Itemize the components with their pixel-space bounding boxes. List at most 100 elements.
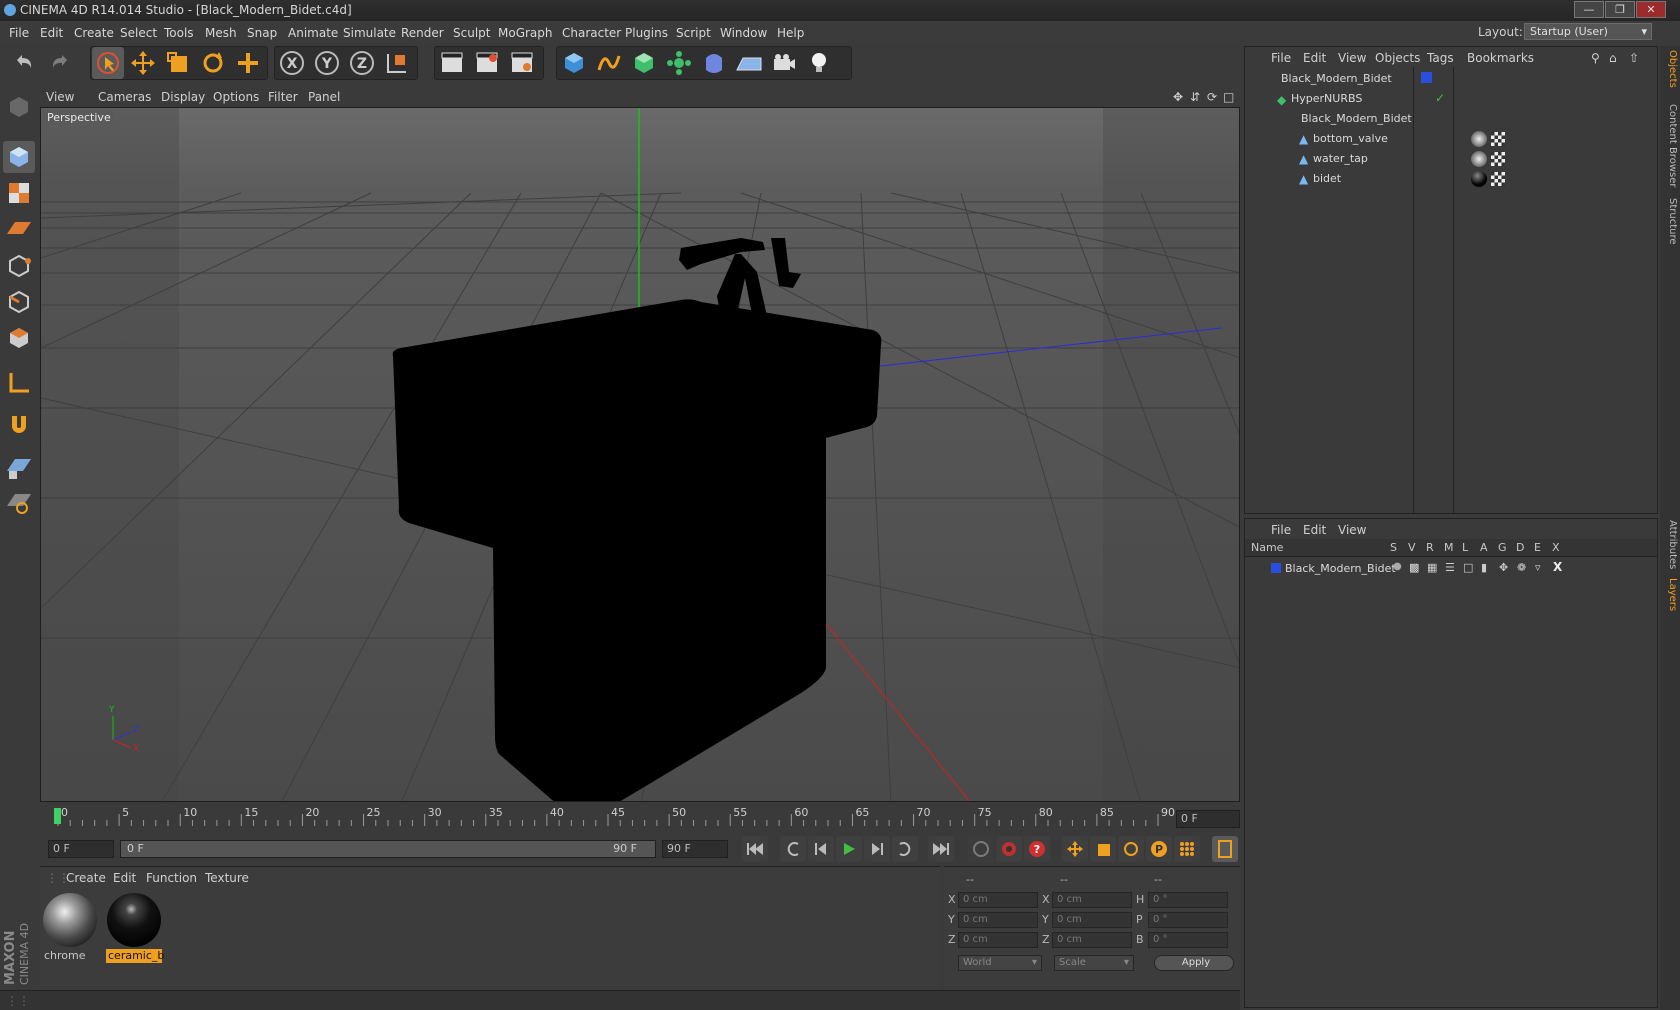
menu-mograph[interactable]: MoGraph	[498, 26, 553, 40]
object-row[interactable]: ◆ HyperNURBS ✓	[1245, 89, 1657, 109]
tab-content-browser[interactable]: Content Browser	[1662, 104, 1678, 187]
object-row[interactable]: Black_Modern_Bidet	[1245, 69, 1657, 89]
make-editable-icon[interactable]	[3, 91, 35, 123]
layer-lock-icon[interactable]: □	[1463, 561, 1473, 574]
viewport-perspective[interactable]: Y Z X Perspective	[40, 107, 1240, 802]
viewport-pan-icon[interactable]: ✥	[1173, 90, 1183, 104]
object-row[interactable]: ▲ bidet	[1245, 169, 1657, 189]
rotate-icon[interactable]	[197, 47, 229, 79]
goto-start-icon[interactable]	[742, 836, 768, 862]
home-icon[interactable]: ⌂	[1609, 51, 1617, 65]
coord-pos-y-field[interactable]: 0 cm	[958, 912, 1038, 928]
coord-size-z-field[interactable]: 0 cm	[1052, 932, 1132, 948]
menu-create[interactable]: Create	[74, 26, 114, 40]
cube-icon[interactable]	[558, 47, 590, 79]
layer-menu-edit[interactable]: Edit	[1303, 523, 1326, 537]
texture-tag-icon[interactable]	[1491, 172, 1505, 186]
timeline-ruler[interactable]: 0 5 10 15 20 25 30 35 40 45 50 55 60 65 70 75 80 85 90 0 F	[40, 806, 1240, 832]
menu-select[interactable]: Select	[120, 26, 157, 40]
layer-view-eye-icon[interactable]: ▩	[1409, 561, 1419, 574]
z-axis-icon[interactable]: Z	[346, 47, 378, 79]
tab-attributes[interactable]: Attributes	[1662, 520, 1678, 569]
array-icon[interactable]	[663, 47, 695, 79]
material-menu-edit[interactable]: Edit	[113, 871, 136, 885]
layer-animation-icon[interactable]: ▮	[1481, 561, 1487, 574]
move-icon[interactable]	[127, 47, 159, 79]
up-icon[interactable]: ⇧	[1629, 51, 1639, 65]
material-tag-ceramic-icon[interactable]	[1471, 171, 1487, 187]
floor-icon[interactable]	[733, 47, 765, 79]
coord-rot-p-field[interactable]: 0 °	[1148, 912, 1228, 928]
key-position-icon[interactable]	[1062, 836, 1088, 862]
coord-rot-b-field[interactable]: 0 °	[1148, 932, 1228, 948]
layer-menu-file[interactable]: File	[1271, 523, 1291, 537]
playhead-marker[interactable]	[54, 808, 61, 824]
menu-character[interactable]: Character	[562, 26, 621, 40]
deformer-icon[interactable]	[698, 47, 730, 79]
object-menu-edit[interactable]: Edit	[1303, 51, 1326, 65]
tab-objects[interactable]: Objects	[1662, 50, 1678, 88]
menu-file[interactable]: File	[9, 26, 29, 40]
workplane-mode-icon[interactable]	[3, 213, 35, 245]
step-forward-icon[interactable]	[864, 836, 890, 862]
object-menu-view[interactable]: View	[1338, 51, 1366, 65]
key-rotation-icon[interactable]	[1118, 836, 1144, 862]
layer-render-icon[interactable]: ▦	[1427, 561, 1437, 574]
polygons-mode-icon[interactable]	[3, 322, 35, 354]
timeline-layout-icon[interactable]	[1212, 836, 1238, 862]
layer-solo-dot-icon[interactable]: ●	[1393, 561, 1402, 572]
goto-next-key-icon[interactable]	[892, 836, 918, 862]
layer-generators-icon[interactable]: ✥	[1499, 561, 1508, 574]
coord-size-y-field[interactable]: 0 cm	[1052, 912, 1132, 928]
tab-structure[interactable]: Structure	[1662, 198, 1678, 245]
redo-icon[interactable]	[44, 47, 76, 79]
viewport-maximize-icon[interactable]: □	[1223, 90, 1234, 104]
minimize-button[interactable]: —	[1574, 1, 1604, 18]
viewport-menu-panel[interactable]: Panel	[308, 90, 340, 104]
material-ceramic-b[interactable]: ceramic_b	[106, 891, 164, 963]
apply-button[interactable]: Apply	[1154, 955, 1234, 971]
spline-icon[interactable]	[593, 47, 625, 79]
material-menu-texture[interactable]: Texture	[205, 871, 249, 885]
search-icon[interactable]: ⚲	[1591, 51, 1600, 65]
viewport-rotate-icon[interactable]: ⟳	[1207, 90, 1217, 104]
play-icon[interactable]	[836, 836, 862, 862]
coord-pos-z-field[interactable]: 0 cm	[958, 932, 1038, 948]
texture-tag-icon[interactable]	[1491, 152, 1505, 166]
snap-icon[interactable]	[3, 409, 35, 441]
keyframe-selection-icon[interactable]: ?	[1024, 836, 1050, 862]
viewport-menu-view[interactable]: View	[46, 90, 74, 104]
render-settings-icon[interactable]	[506, 47, 538, 79]
tab-layers[interactable]: Layers	[1662, 578, 1678, 611]
coord-mode-select[interactable]: World ▾	[958, 955, 1042, 971]
menu-script[interactable]: Script	[676, 26, 711, 40]
step-back-icon[interactable]	[808, 836, 834, 862]
coord-pos-x-field[interactable]: 0 cm	[958, 892, 1038, 908]
texture-tag-icon[interactable]	[1491, 132, 1505, 146]
viewport-menu-filter[interactable]: Filter	[268, 90, 298, 104]
menu-snap[interactable]: Snap	[247, 26, 277, 40]
coordinate-system-icon[interactable]	[381, 47, 413, 79]
render-picture-viewer-icon[interactable]	[471, 47, 503, 79]
menu-simulate[interactable]: Simulate	[343, 26, 396, 40]
nurbs-icon[interactable]	[628, 47, 660, 79]
object-menu-file[interactable]: File	[1271, 51, 1291, 65]
start-frame-field[interactable]: 0 F	[48, 840, 114, 858]
autokey-icon[interactable]	[996, 836, 1022, 862]
menu-edit[interactable]: Edit	[40, 26, 63, 40]
object-menu-objects[interactable]: Objects	[1375, 51, 1420, 65]
viewport-dolly-icon[interactable]: ⇵	[1190, 90, 1200, 104]
workplane-rotate-icon[interactable]	[3, 487, 35, 519]
layer-deformers-icon[interactable]: ❁	[1517, 561, 1526, 574]
layer-row[interactable]: Black_Modern_Bidet ● ▩ ▦ ☰ □ ▮ ✥ ❁ ▿ X	[1245, 559, 1657, 579]
object-row[interactable]: Black_Modern_Bidet	[1245, 109, 1657, 129]
menu-help[interactable]: Help	[777, 26, 804, 40]
menu-animate[interactable]: Animate	[288, 26, 338, 40]
menu-plugins[interactable]: Plugins	[625, 26, 668, 40]
y-axis-icon[interactable]: Y	[311, 47, 343, 79]
viewport-menu-options[interactable]: Options	[213, 90, 259, 104]
viewport-menu-cameras[interactable]: Cameras	[98, 90, 151, 104]
end-frame-field[interactable]: 90 F	[662, 840, 728, 858]
points-mode-icon[interactable]	[3, 250, 35, 282]
object-menu-tags[interactable]: Tags	[1427, 51, 1454, 65]
